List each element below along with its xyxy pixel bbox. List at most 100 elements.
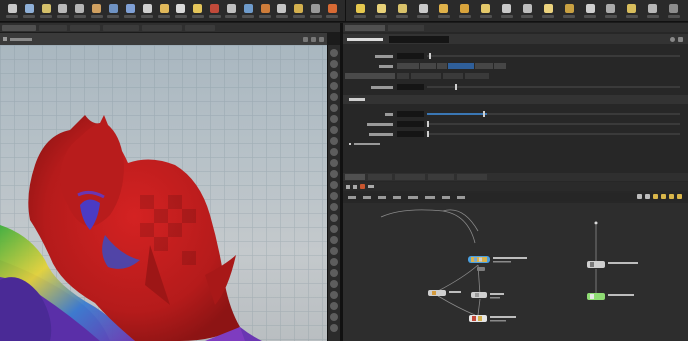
node-name-field[interactable] xyxy=(389,35,449,43)
node-left[interactable] xyxy=(428,290,446,296)
portal-light-tool[interactable] xyxy=(478,1,493,21)
camera-tool[interactable] xyxy=(224,1,239,21)
platonic-tool[interactable] xyxy=(123,1,138,21)
mode-button-2[interactable] xyxy=(420,63,436,69)
line-tool[interactable] xyxy=(140,1,155,21)
pin-icon[interactable] xyxy=(319,36,324,42)
subtab-2[interactable] xyxy=(397,73,409,79)
area-light-tool[interactable] xyxy=(416,1,431,21)
stereo-camera-tool[interactable] xyxy=(520,1,535,21)
star-tool[interactable] xyxy=(291,1,306,21)
forward-icon[interactable] xyxy=(353,184,357,189)
camera-icon[interactable] xyxy=(330,170,338,178)
box-tool[interactable] xyxy=(106,1,121,21)
torus-tool[interactable] xyxy=(89,1,104,21)
tab-5[interactable] xyxy=(142,24,182,31)
menu-go[interactable] xyxy=(378,195,386,199)
rotate-icon[interactable] xyxy=(330,71,338,79)
param-slider[interactable] xyxy=(427,84,680,90)
menu-add[interactable] xyxy=(348,195,356,199)
tab-2[interactable] xyxy=(39,24,67,31)
display-icon[interactable] xyxy=(330,192,338,200)
node-selected[interactable] xyxy=(468,256,490,263)
menu-layout[interactable] xyxy=(425,195,435,199)
menu-help[interactable] xyxy=(457,195,465,199)
tab-4[interactable] xyxy=(103,24,139,31)
help-icon[interactable] xyxy=(670,36,675,42)
palette-icon[interactable] xyxy=(677,194,682,199)
point-light-tool[interactable] xyxy=(374,1,389,21)
3d-viewport[interactable] xyxy=(0,45,327,341)
subtab-1[interactable] xyxy=(345,73,395,79)
param-slider[interactable] xyxy=(427,53,680,59)
tree-icon[interactable] xyxy=(645,194,650,199)
node-right-bottom[interactable] xyxy=(587,293,605,300)
indirect-light-tool[interactable] xyxy=(645,1,660,21)
menu-edit[interactable] xyxy=(363,195,371,199)
handle-icon[interactable] xyxy=(330,93,338,101)
tab-2[interactable] xyxy=(388,24,424,31)
null-tool[interactable] xyxy=(207,1,222,21)
param-slider[interactable] xyxy=(427,111,680,117)
home-icon[interactable] xyxy=(330,269,338,277)
note-icon[interactable] xyxy=(653,194,658,199)
sphere-tool[interactable] xyxy=(5,1,20,21)
flag-tool[interactable] xyxy=(258,1,273,21)
subtab-3[interactable] xyxy=(411,73,441,79)
menu-tools[interactable] xyxy=(408,195,418,199)
display-options-icon[interactable] xyxy=(311,36,316,42)
node-center[interactable] xyxy=(471,292,487,298)
node-right-top[interactable] xyxy=(587,261,605,268)
lasso-icon[interactable] xyxy=(330,148,338,156)
tab-parameters[interactable] xyxy=(345,24,385,31)
tab-5[interactable] xyxy=(457,174,487,180)
env-light-tool[interactable] xyxy=(436,1,451,21)
list-icon[interactable] xyxy=(637,194,642,199)
brush-icon[interactable] xyxy=(330,137,338,145)
circle-tool[interactable] xyxy=(72,1,87,21)
spot-light-tool[interactable] xyxy=(395,1,410,21)
scale-icon[interactable] xyxy=(330,82,338,90)
param-slider[interactable] xyxy=(427,131,680,137)
move-icon[interactable] xyxy=(330,60,338,68)
mode-button-3[interactable] xyxy=(437,63,447,69)
path-segment[interactable] xyxy=(368,185,374,188)
snap-icon[interactable] xyxy=(330,126,338,134)
param-field[interactable] xyxy=(397,111,424,117)
render-icon[interactable] xyxy=(330,302,338,310)
smoke-tool[interactable] xyxy=(308,1,323,21)
mode-button-4[interactable] xyxy=(448,63,474,69)
flipbook-icon[interactable] xyxy=(330,313,338,321)
menu-labs[interactable] xyxy=(442,195,450,199)
measure-icon[interactable] xyxy=(330,159,338,167)
checkbox-row[interactable] xyxy=(349,141,688,146)
caustic-light-tool[interactable] xyxy=(562,1,577,21)
wire-icon[interactable] xyxy=(330,214,338,222)
font-tool[interactable] xyxy=(173,1,188,21)
camera-menu-icon[interactable] xyxy=(303,36,308,42)
isolate-icon[interactable] xyxy=(330,247,338,255)
param-slider[interactable] xyxy=(427,121,680,127)
flame-tool[interactable] xyxy=(325,1,340,21)
wave-tool[interactable] xyxy=(241,1,256,21)
pin-icon[interactable] xyxy=(330,280,338,288)
back-icon[interactable] xyxy=(3,37,7,41)
light-icon[interactable] xyxy=(330,181,338,189)
param-field[interactable] xyxy=(397,131,424,137)
sun-light-tool[interactable] xyxy=(353,1,368,21)
mode-button-6[interactable] xyxy=(494,63,506,69)
ambient-light-tool[interactable] xyxy=(541,1,556,21)
tab-4[interactable] xyxy=(428,174,454,180)
sky-light-tool[interactable] xyxy=(457,1,472,21)
tab-2[interactable] xyxy=(368,174,392,180)
node-bottom[interactable] xyxy=(469,315,487,322)
distant-light-tool[interactable] xyxy=(624,1,639,21)
frame-icon[interactable] xyxy=(330,258,338,266)
section-header[interactable] xyxy=(343,95,688,104)
mode-button-1[interactable] xyxy=(397,63,419,69)
grid-icon[interactable] xyxy=(330,225,338,233)
geo-light-tool[interactable] xyxy=(603,1,618,21)
spiral-tool[interactable] xyxy=(157,1,172,21)
subtab-5[interactable] xyxy=(465,73,489,79)
subtab-4[interactable] xyxy=(443,73,463,79)
